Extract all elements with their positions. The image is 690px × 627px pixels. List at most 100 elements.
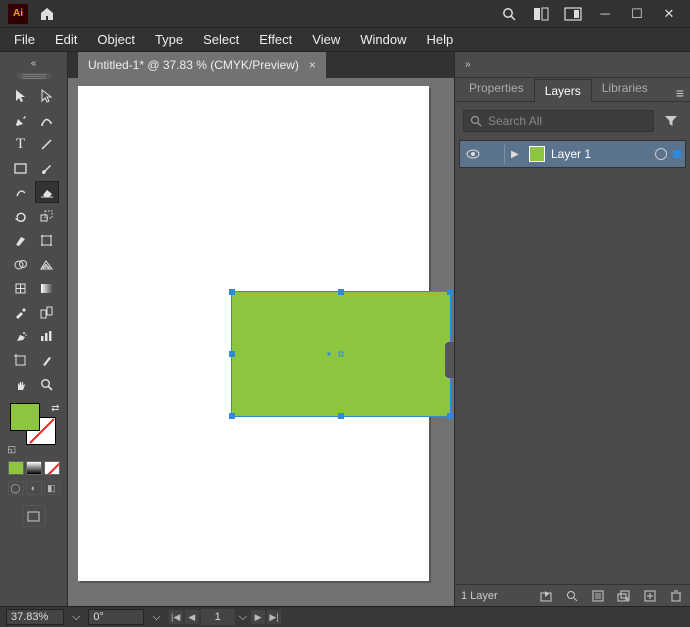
filter-icon[interactable] [660,110,682,132]
locate-object-icon[interactable] [564,590,580,602]
color-mode-button[interactable] [8,461,24,475]
visibility-toggle-icon[interactable] [464,149,482,159]
artboard-number-input[interactable]: 1 [201,609,235,625]
workspace-switcher-icon[interactable] [562,3,584,25]
slice-tool[interactable] [35,349,59,371]
artboard-dropdown-icon[interactable]: ⌵ [237,611,249,624]
zoom-level-input[interactable]: 37.83% [6,609,64,625]
resize-handle-top-right[interactable] [447,289,453,295]
layer-thumbnail[interactable] [529,146,545,162]
direct-selection-tool[interactable] [35,85,59,107]
canvas-viewport[interactable] [68,78,454,606]
menu-file[interactable]: File [6,29,43,50]
collect-for-export-icon[interactable] [538,590,554,602]
rectangle-tool[interactable] [9,157,33,179]
collapsed-side-panel-handle[interactable] [445,342,454,378]
shape-builder-tool[interactable] [9,253,33,275]
shaper-tool[interactable] [9,181,33,203]
free-transform-tool[interactable] [35,229,59,251]
resize-handle-top-left[interactable] [229,289,235,295]
menu-select[interactable]: Select [195,29,247,50]
layer-count-label: 1 Layer [461,590,498,602]
target-icon[interactable] [655,148,667,160]
selection-indicator[interactable] [673,150,681,158]
default-fill-stroke-icon[interactable]: ◱ [8,444,17,455]
layer-name-label[interactable]: Layer 1 [551,147,649,161]
width-tool[interactable] [9,229,33,251]
line-segment-tool[interactable] [35,133,59,155]
tab-properties[interactable]: Properties [459,77,534,101]
mesh-tool[interactable] [9,277,33,299]
menu-window[interactable]: Window [352,29,414,50]
collapse-panels-icon[interactable]: » [465,59,471,70]
scale-tool[interactable] [35,205,59,227]
center-point-icon[interactable] [339,352,344,357]
paintbrush-tool[interactable] [35,157,59,179]
perspective-grid-tool[interactable] [35,253,59,275]
none-mode-button[interactable] [44,461,60,475]
last-artboard-button[interactable]: ▶| [267,610,281,624]
minimize-button[interactable]: ─ [594,5,616,23]
selection-tool[interactable] [9,85,33,107]
rotate-view-input[interactable]: 0° [88,609,144,625]
menu-view[interactable]: View [304,29,348,50]
resize-handle-bottom-right[interactable] [447,413,453,419]
type-tool[interactable]: T [9,133,33,155]
prev-artboard-button[interactable]: ◀ [185,610,199,624]
document-tab[interactable]: Untitled-1* @ 37.83 % (CMYK/Preview) × [78,52,326,78]
menu-help[interactable]: Help [418,29,461,50]
rotate-dropdown-icon[interactable]: ⌵ [152,611,160,624]
eyedropper-tool[interactable] [9,301,33,323]
collapse-tools-icon[interactable]: « [31,58,37,69]
new-sublayer-icon[interactable] [616,590,632,602]
column-graph-tool[interactable] [35,325,59,347]
swap-fill-stroke-icon[interactable]: ⇄ [51,403,59,414]
home-icon[interactable] [36,3,58,25]
draw-inside-button[interactable]: ◧ [44,481,60,495]
curvature-tool[interactable] [35,109,59,131]
draw-normal-button[interactable]: ◯ [8,481,24,495]
gradient-mode-button[interactable] [26,461,42,475]
screen-mode-button[interactable] [22,505,46,527]
delete-layer-icon[interactable] [668,590,684,602]
eraser-tool[interactable] [35,181,59,203]
close-tab-icon[interactable]: × [309,58,316,72]
zoom-dropdown-icon[interactable]: ⌵ [72,611,80,624]
maximize-button[interactable]: ☐ [626,5,648,23]
panel-menu-icon[interactable]: ≡ [676,85,690,101]
resize-handle-top-middle[interactable] [338,289,344,295]
layers-search-input[interactable]: Search All [463,110,654,132]
new-layer-icon[interactable] [642,590,658,602]
resize-handle-middle-left[interactable] [229,351,235,357]
draw-behind-button[interactable]: ◐ [26,481,42,495]
disclosure-triangle-icon[interactable]: ▶ [511,149,523,160]
artboard-tool[interactable] [9,349,33,371]
tab-layers[interactable]: Layers [534,79,592,102]
menu-type[interactable]: Type [147,29,191,50]
menu-object[interactable]: Object [89,29,143,50]
hand-tool[interactable] [9,373,33,395]
blend-tool[interactable] [35,301,59,323]
resize-handle-bottom-left[interactable] [229,413,235,419]
fill-swatch[interactable] [10,403,40,431]
make-clipping-mask-icon[interactable] [590,590,606,602]
gradient-tool[interactable] [35,277,59,299]
resize-handle-bottom-middle[interactable] [338,413,344,419]
menu-edit[interactable]: Edit [47,29,85,50]
tools-grip[interactable] [17,73,51,79]
search-icon[interactable] [498,3,520,25]
tab-libraries[interactable]: Libraries [592,77,658,101]
close-button[interactable]: ✕ [658,5,680,23]
next-artboard-button[interactable]: ▶ [251,610,265,624]
app-logo: Ai [8,4,28,24]
menu-effect[interactable]: Effect [251,29,300,50]
pen-tool[interactable] [9,109,33,131]
symbol-sprayer-tool[interactable] [9,325,33,347]
first-artboard-button[interactable]: |◀ [169,610,183,624]
arrange-documents-icon[interactable] [530,3,552,25]
selected-rectangle-shape[interactable] [231,291,451,417]
zoom-tool[interactable] [35,373,59,395]
layer-row[interactable]: ▶ Layer 1 [459,140,686,168]
fill-stroke-control[interactable]: ⇄ ◱ [8,403,60,455]
rotate-tool[interactable] [9,205,33,227]
